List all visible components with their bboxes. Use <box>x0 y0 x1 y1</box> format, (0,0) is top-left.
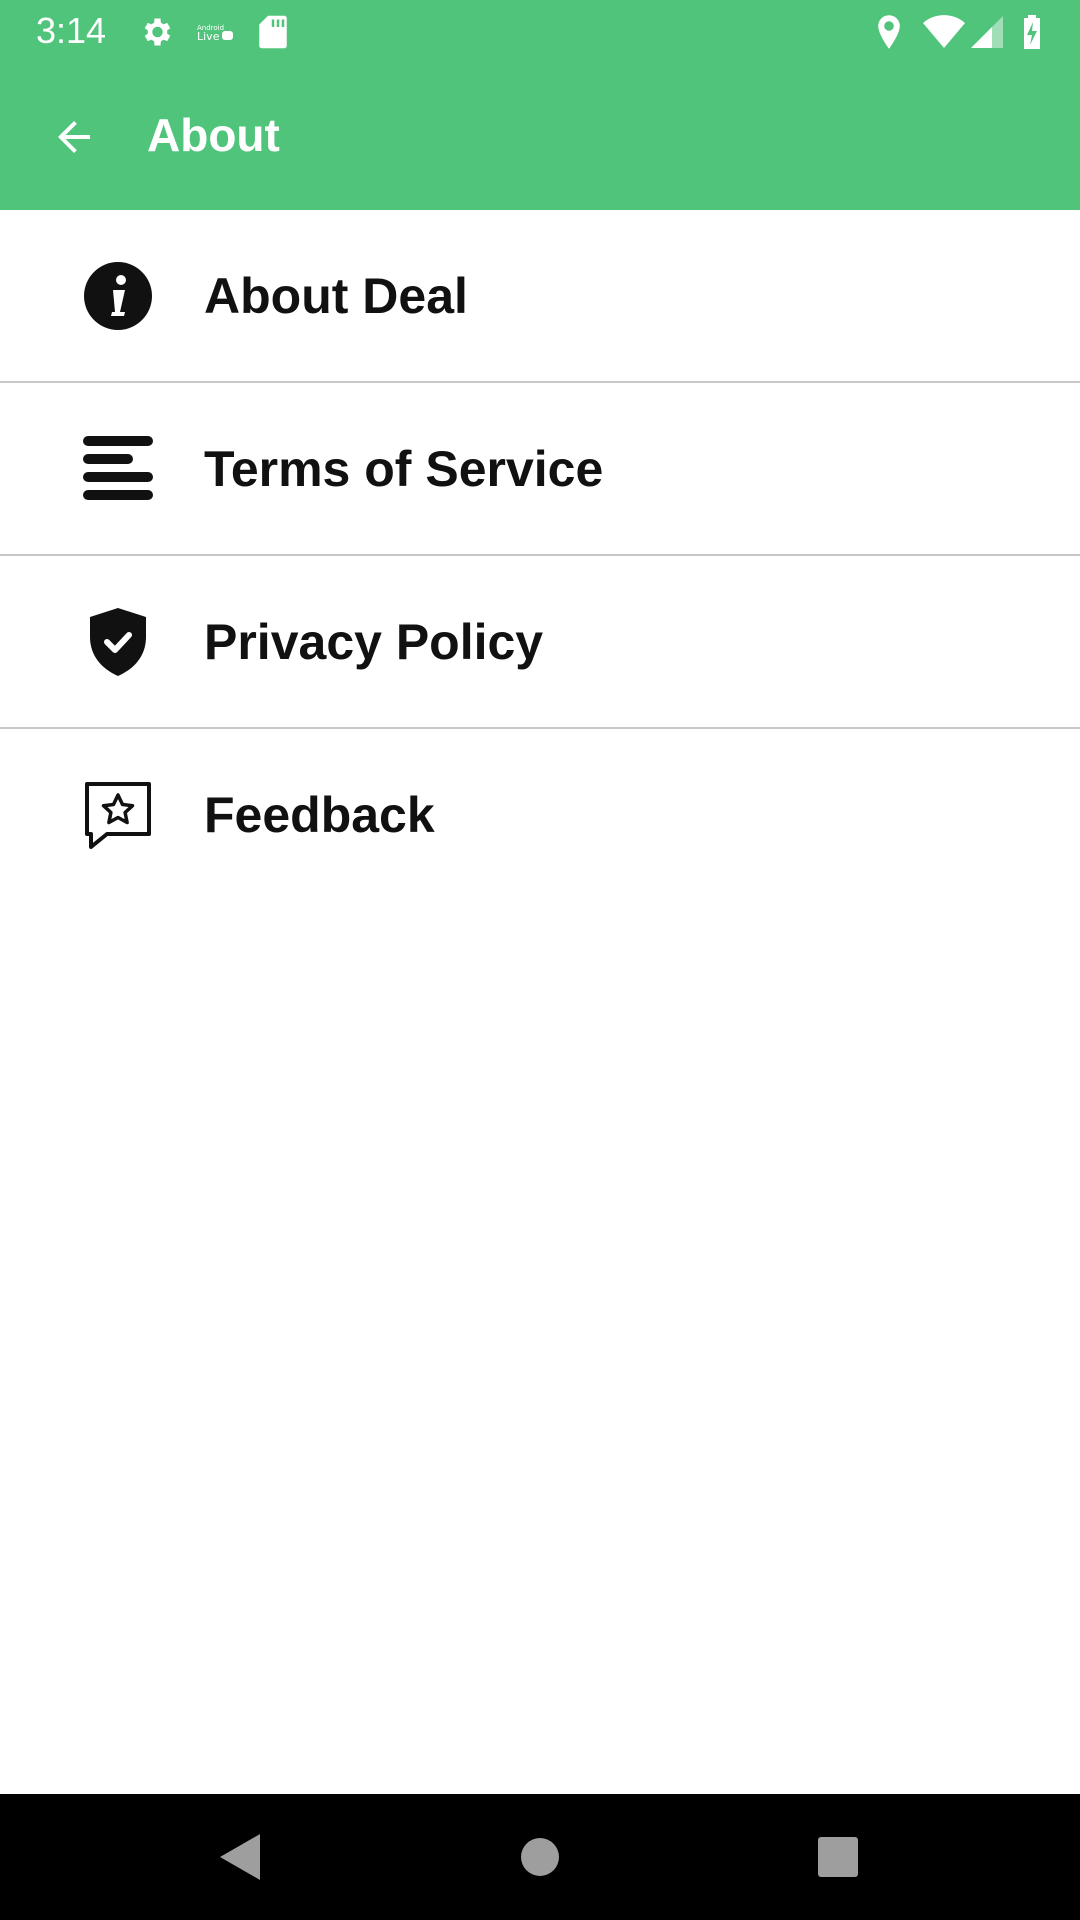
menu-item-label: Terms of Service <box>204 440 604 497</box>
menu-item-label: Privacy Policy <box>204 613 544 670</box>
android-live-icon: Android Live <box>197 24 233 43</box>
info-icon <box>82 260 154 332</box>
status-bar: 3:14 Android Live <box>0 0 1080 63</box>
home-circle-icon <box>521 1838 559 1876</box>
recents-square-icon <box>818 1837 858 1877</box>
svg-text:Live: Live <box>197 30 220 43</box>
feedback-star-icon <box>82 779 154 851</box>
sd-card-icon <box>259 15 287 49</box>
shield-check-icon <box>82 606 154 678</box>
settings-icon <box>144 18 171 46</box>
about-menu-list: About Deal Terms of Service Privacy Poli… <box>0 210 1080 900</box>
battery-charging-icon <box>1024 15 1040 49</box>
menu-item-label: Feedback <box>204 786 435 843</box>
nav-recents-button[interactable] <box>808 1827 868 1887</box>
system-nav-bar <box>0 1794 1080 1920</box>
status-time: 3:14 <box>36 10 107 51</box>
nav-home-button[interactable] <box>510 1827 570 1887</box>
back-triangle-icon <box>220 1834 260 1880</box>
nav-back-button[interactable] <box>210 1827 270 1887</box>
menu-item-feedback[interactable]: Feedback <box>0 729 1080 900</box>
location-icon <box>878 15 900 49</box>
menu-item-label: About Deal <box>204 267 468 324</box>
arrow-left-icon <box>58 121 90 153</box>
menu-item-privacy-policy[interactable]: Privacy Policy <box>0 556 1080 729</box>
screen: 3:14 Android Live About About Deal Terms… <box>0 0 1080 1920</box>
cell-signal-icon <box>971 16 1003 48</box>
menu-item-about-deal[interactable]: About Deal <box>0 210 1080 383</box>
page-title: About <box>147 109 280 161</box>
text-lines-icon <box>82 433 154 505</box>
menu-item-terms-of-service[interactable]: Terms of Service <box>0 383 1080 556</box>
wifi-icon <box>923 15 965 48</box>
app-bar: About <box>0 63 1080 210</box>
back-button[interactable] <box>38 101 110 173</box>
